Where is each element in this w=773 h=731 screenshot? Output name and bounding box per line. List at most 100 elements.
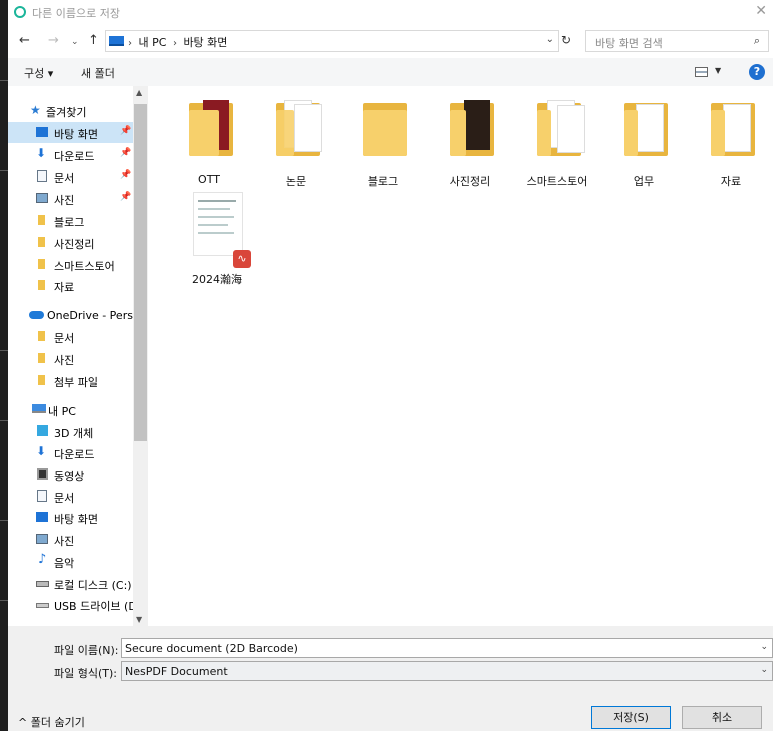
organize-button[interactable]: 구성 ▾ <box>24 65 53 81</box>
breadcrumb-separator-icon[interactable]: › <box>173 38 177 49</box>
sidebar-item-label: 문서 <box>54 172 75 185</box>
sidebar-item-music[interactable]: ♪ 음악 <box>8 551 133 572</box>
folder-item-materials[interactable]: 자료 <box>691 86 771 188</box>
address-bar[interactable]: › 내 PC › 바탕 화면 ⌄ <box>105 30 559 52</box>
sidebar-item-videos[interactable]: 동영상 <box>8 464 133 485</box>
folder-item-work[interactable]: 업무 <box>604 86 684 188</box>
sidebar-item-usb-drive[interactable]: USB 드라이브 (D <box>8 594 137 615</box>
pin-icon[interactable]: 📌 <box>120 148 131 158</box>
filetype-select[interactable]: NesPDF Document ⌄ <box>121 661 773 681</box>
sidebar-item-this-pc[interactable]: 내 PC <box>8 399 133 420</box>
folder-icon <box>38 237 45 247</box>
star-icon: ★ <box>30 103 41 117</box>
sidebar-item-pc-desktop[interactable]: 바탕 화면 <box>8 507 133 528</box>
folder-icon <box>537 100 585 156</box>
view-dropdown-icon[interactable]: ▼ <box>715 66 721 75</box>
back-arrow-icon[interactable]: ← <box>19 33 30 48</box>
refresh-icon[interactable]: ↻ <box>561 33 571 47</box>
pin-icon[interactable]: 📌 <box>120 126 131 136</box>
document-icon <box>37 490 47 502</box>
sidebar-item-label: OneDrive - Perso <box>47 309 140 322</box>
pdf-thumbnail: ∿ <box>193 192 251 270</box>
close-icon[interactable]: ✕ <box>755 3 767 19</box>
search-input[interactable]: 바탕 화면 검색 ⌕ <box>585 30 769 52</box>
dialog-title: 다른 이름으로 저장 <box>32 7 120 20</box>
sidebar-item-local-disk[interactable]: 로컬 디스크 (C:) <box>8 573 133 594</box>
sidebar-item-desktop[interactable]: 바탕 화면 📌 <box>8 122 133 143</box>
file-label: 스마트스토어 <box>526 175 588 188</box>
hide-folders-toggle[interactable]: ^ 폴더 숨기기 <box>18 714 85 730</box>
help-icon[interactable]: ? <box>749 64 765 80</box>
sidebar-item-smartstore[interactable]: 스마트스토어 <box>8 254 133 275</box>
download-icon: ⬇ <box>36 146 47 160</box>
sidebar-item-pc-downloads[interactable]: ⬇ 다운로드 <box>8 442 133 463</box>
sidebar-item-onedrive[interactable]: OneDrive - Perso <box>8 305 140 326</box>
scroll-down-icon[interactable]: ▼ <box>136 615 142 624</box>
sidebar-item-label: 사진 <box>54 194 75 207</box>
sidebar-item-label: 자료 <box>54 281 75 294</box>
sidebar-item-3d-objects[interactable]: 3D 개체 <box>8 421 133 442</box>
new-folder-button[interactable]: 새 폴더 <box>81 65 115 81</box>
up-arrow-icon[interactable]: ↑ <box>88 33 99 48</box>
pictures-icon <box>36 193 48 203</box>
folder-item-smartstore[interactable]: 스마트스토어 <box>517 86 597 188</box>
sidebar-item-pc-documents[interactable]: 문서 <box>8 486 133 507</box>
sidebar-item-downloads[interactable]: ⬇ 다운로드 📌 <box>8 144 133 165</box>
file-list: OTT 논문 블로그 사진정리 스마트스토어 업무 자료 ∿ 2024瀚海 <box>148 86 773 626</box>
folder-icon <box>450 100 494 156</box>
sidebar-item-onedrive-documents[interactable]: 문서 <box>8 326 133 347</box>
sidebar-item-pictures[interactable]: 사진 📌 <box>8 188 133 209</box>
search-icon[interactable]: ⌕ <box>754 34 760 48</box>
background-window-strip <box>0 0 8 731</box>
file-item-2024-pdf[interactable]: ∿ 2024瀚海 <box>177 190 257 286</box>
pdf-app-icon: ∿ <box>233 250 251 268</box>
sidebar-item-quick-access[interactable]: ★ 즐겨찾기 <box>8 100 133 121</box>
sidebar-item-blog[interactable]: 블로그 <box>8 210 133 231</box>
sidebar-item-documents[interactable]: 문서 📌 <box>8 166 133 187</box>
sidebar-item-materials[interactable]: 자료 <box>8 275 133 296</box>
pc-icon <box>109 36 124 46</box>
sidebar-item-pc-pictures[interactable]: 사진 <box>8 529 133 550</box>
chevron-down-icon[interactable]: ⌄ <box>760 642 768 652</box>
folder-item-photo-organize[interactable]: 사진정리 <box>430 86 510 188</box>
cancel-button[interactable]: 취소 <box>682 706 762 729</box>
folder-item-papers[interactable]: 논문 <box>256 86 336 188</box>
file-label: OTT <box>198 173 220 186</box>
filename-input[interactable]: Secure document (2D Barcode) ⌄ <box>121 638 773 658</box>
folder-item-ott[interactable]: OTT <box>169 86 249 186</box>
sidebar-item-onedrive-pictures[interactable]: 사진 <box>8 348 133 369</box>
search-placeholder: 바탕 화면 검색 <box>595 37 663 50</box>
folder-icon <box>189 100 233 156</box>
navigation-pane: ★ 즐겨찾기 바탕 화면 📌 ⬇ 다운로드 📌 문서 📌 사진 📌 블로그 사진… <box>8 86 148 626</box>
cube-icon <box>37 425 48 436</box>
scrollbar-thumb[interactable] <box>134 104 147 441</box>
file-label: 사진정리 <box>449 175 491 188</box>
save-button[interactable]: 저장(S) <box>591 706 671 729</box>
address-dropdown-icon[interactable]: ⌄ <box>546 34 554 45</box>
sidebar-item-label: 3D 개체 <box>54 427 94 440</box>
file-label: 자료 <box>720 175 742 188</box>
chevron-down-icon[interactable]: ⌄ <box>760 665 768 675</box>
folder-icon <box>711 100 755 156</box>
breadcrumb-separator-icon[interactable]: › <box>128 38 132 49</box>
sidebar-scrollbar[interactable]: ▲ ▼ <box>133 86 148 626</box>
navigation-row: ← → ⌄ ↑ › 내 PC › 바탕 화면 ⌄ ↻ 바탕 화면 검색 ⌕ <box>8 30 773 54</box>
sidebar-item-attachments[interactable]: 첨부 파일 <box>8 370 133 391</box>
forward-arrow-icon[interactable]: → <box>48 33 59 48</box>
sidebar-item-photo-organize[interactable]: 사진정리 <box>8 232 133 253</box>
desktop-icon <box>36 127 48 137</box>
view-options-icon[interactable] <box>695 67 708 77</box>
file-label: 업무 <box>633 175 655 188</box>
pictures-icon <box>36 534 48 544</box>
pin-icon[interactable]: 📌 <box>120 192 131 202</box>
pin-icon[interactable]: 📌 <box>120 170 131 180</box>
file-label: 2024瀚海 <box>192 273 242 286</box>
breadcrumb-item-pc[interactable]: 내 PC <box>139 36 167 49</box>
save-panel: 파일 이름(N): Secure document (2D Barcode) ⌄… <box>8 626 773 731</box>
recent-locations-chevron-icon[interactable]: ⌄ <box>71 37 79 47</box>
filetype-label: 파일 형식(T): <box>54 667 117 680</box>
folder-item-blog[interactable]: 블로그 <box>343 86 423 188</box>
scroll-up-icon[interactable]: ▲ <box>136 88 142 97</box>
breadcrumb-item-desktop[interactable]: 바탕 화면 <box>183 36 227 49</box>
app-icon <box>14 6 26 18</box>
